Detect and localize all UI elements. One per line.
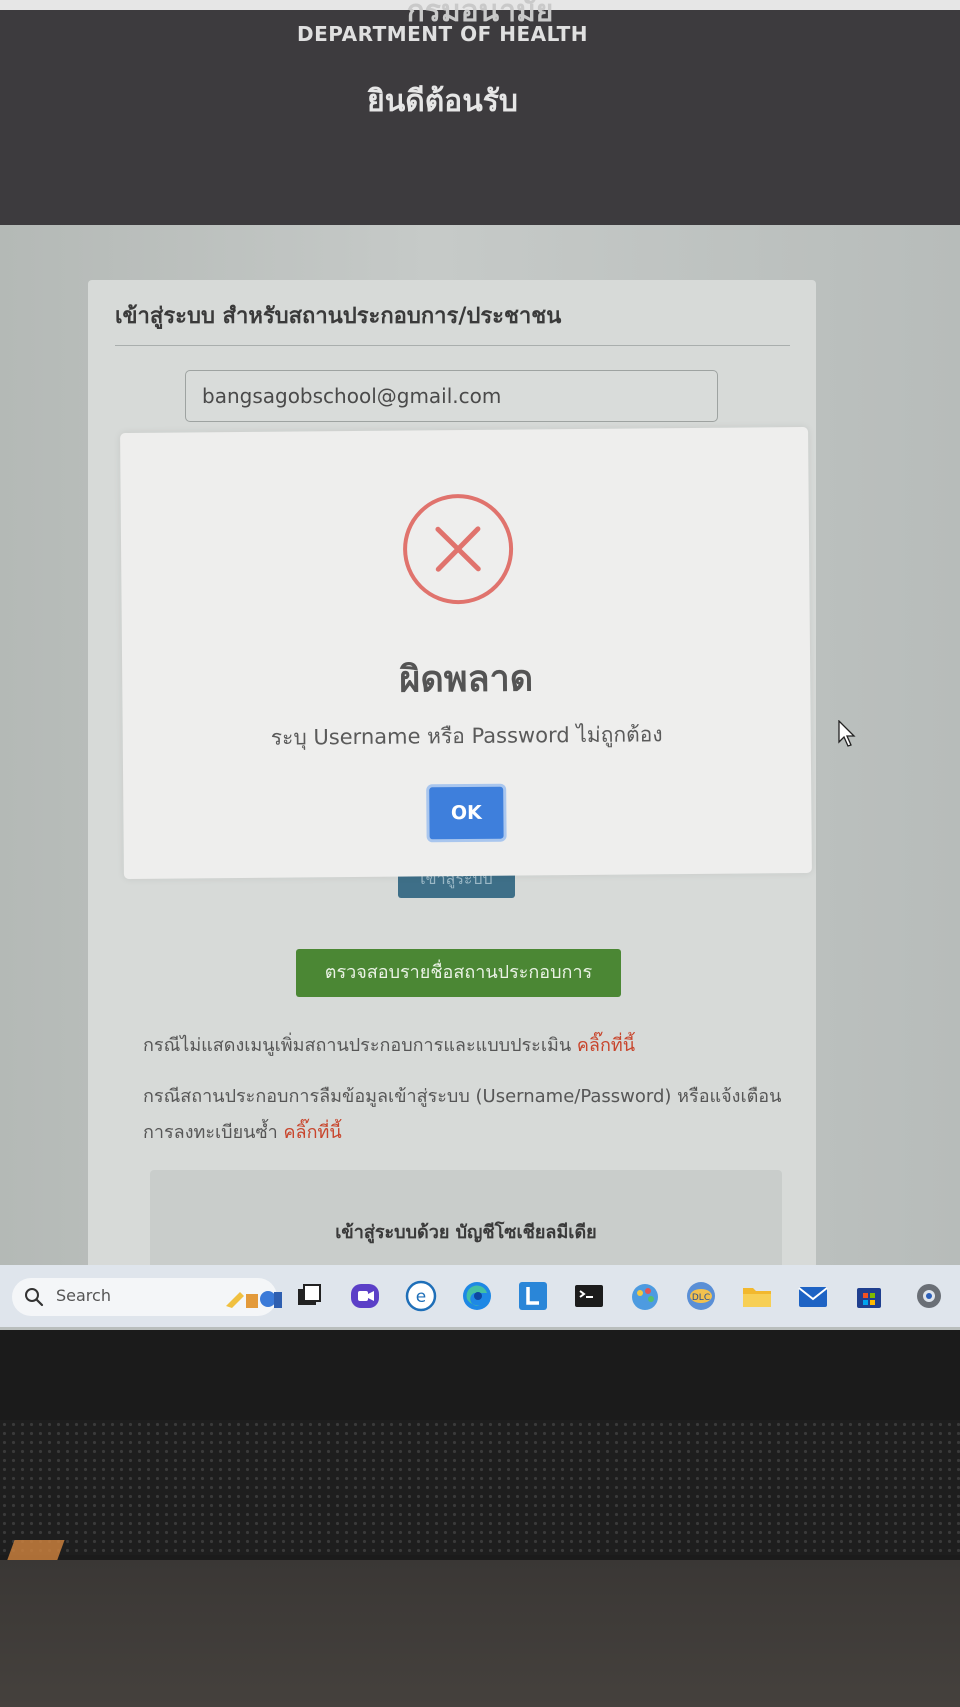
- taskbar-search[interactable]: Search: [12, 1278, 282, 1316]
- error-x-icon: [403, 494, 514, 605]
- search-placeholder: Search: [56, 1286, 111, 1305]
- monitor-screen: กรมอนามัย DEPARTMENT OF HEALTH ยินดีต้อน…: [0, 0, 960, 1330]
- search-highlight-icon: [226, 1291, 282, 1308]
- line-icon[interactable]: [516, 1279, 550, 1313]
- check-business-list-button[interactable]: ตรวจสอบรายชื่อสถานประกอบการ: [296, 949, 621, 997]
- login-card-title: เข้าสู่ระบบ สำหรับสถานประกอบการ/ประชาชน: [115, 304, 562, 329]
- speaker-grille: [0, 1420, 960, 1555]
- ok-button[interactable]: OK: [426, 783, 507, 843]
- note-forgot-credentials: กรณีสถานประกอบการลืมข้อมูลเข้าสู่ระบบ (U…: [143, 1079, 783, 1151]
- note-forgot-credentials-link[interactable]: คลิ๊กที่นี้: [284, 1122, 342, 1143]
- paint-icon[interactable]: [628, 1279, 662, 1313]
- svg-text:DLC: DLC: [692, 1293, 710, 1303]
- mail-icon[interactable]: [796, 1279, 830, 1313]
- search-icon: [25, 1288, 44, 1307]
- task-view-icon[interactable]: [292, 1279, 326, 1313]
- welcome-heading: ยินดีต้อนรับ: [367, 84, 518, 119]
- dialog-message: ระบุ Username หรือ Password ไม่ถูกต้อง: [270, 722, 663, 750]
- dialog-title: ผิดพลาด: [399, 658, 534, 701]
- terminal-icon[interactable]: [572, 1279, 606, 1313]
- social-login-label: เข้าสู่ระบบด้วย บัญชีโซเชียลมีเดีย: [335, 1222, 597, 1243]
- mouse-cursor-icon: [838, 720, 856, 747]
- meet-icon[interactable]: [348, 1279, 382, 1313]
- desk-surface: [0, 1560, 960, 1707]
- site-header: กรมอนามัย DEPARTMENT OF HEALTH ยินดีต้อน…: [0, 0, 960, 235]
- department-name-english: DEPARTMENT OF HEALTH: [297, 22, 588, 46]
- note-missing-menu-text: กรณีไม่แสดงเมนูเพิ่มสถานประกอบการและแบบป…: [143, 1035, 577, 1056]
- dlc-icon[interactable]: DLC: [684, 1279, 718, 1313]
- edge-legacy-icon[interactable]: e: [404, 1279, 438, 1313]
- settings-icon[interactable]: [912, 1279, 946, 1313]
- error-dialog: ผิดพลาด ระบุ Username หรือ Password ไม่ถ…: [120, 427, 812, 879]
- svg-text:e: e: [416, 1287, 426, 1307]
- note-forgot-credentials-text: กรณีสถานประกอบการลืมข้อมูลเข้าสู่ระบบ (U…: [143, 1086, 782, 1143]
- card-divider: [115, 345, 790, 346]
- note-missing-menu: กรณีไม่แสดงเมนูเพิ่มสถานประกอบการและแบบป…: [143, 1028, 635, 1064]
- file-explorer-icon[interactable]: [740, 1279, 774, 1313]
- note-missing-menu-link[interactable]: คลิ๊กที่นี้: [577, 1035, 635, 1056]
- edge-icon[interactable]: [460, 1279, 494, 1313]
- username-input[interactable]: [185, 370, 718, 422]
- taskbar: Search e DLC: [0, 1265, 960, 1327]
- store-icon[interactable]: [852, 1279, 886, 1313]
